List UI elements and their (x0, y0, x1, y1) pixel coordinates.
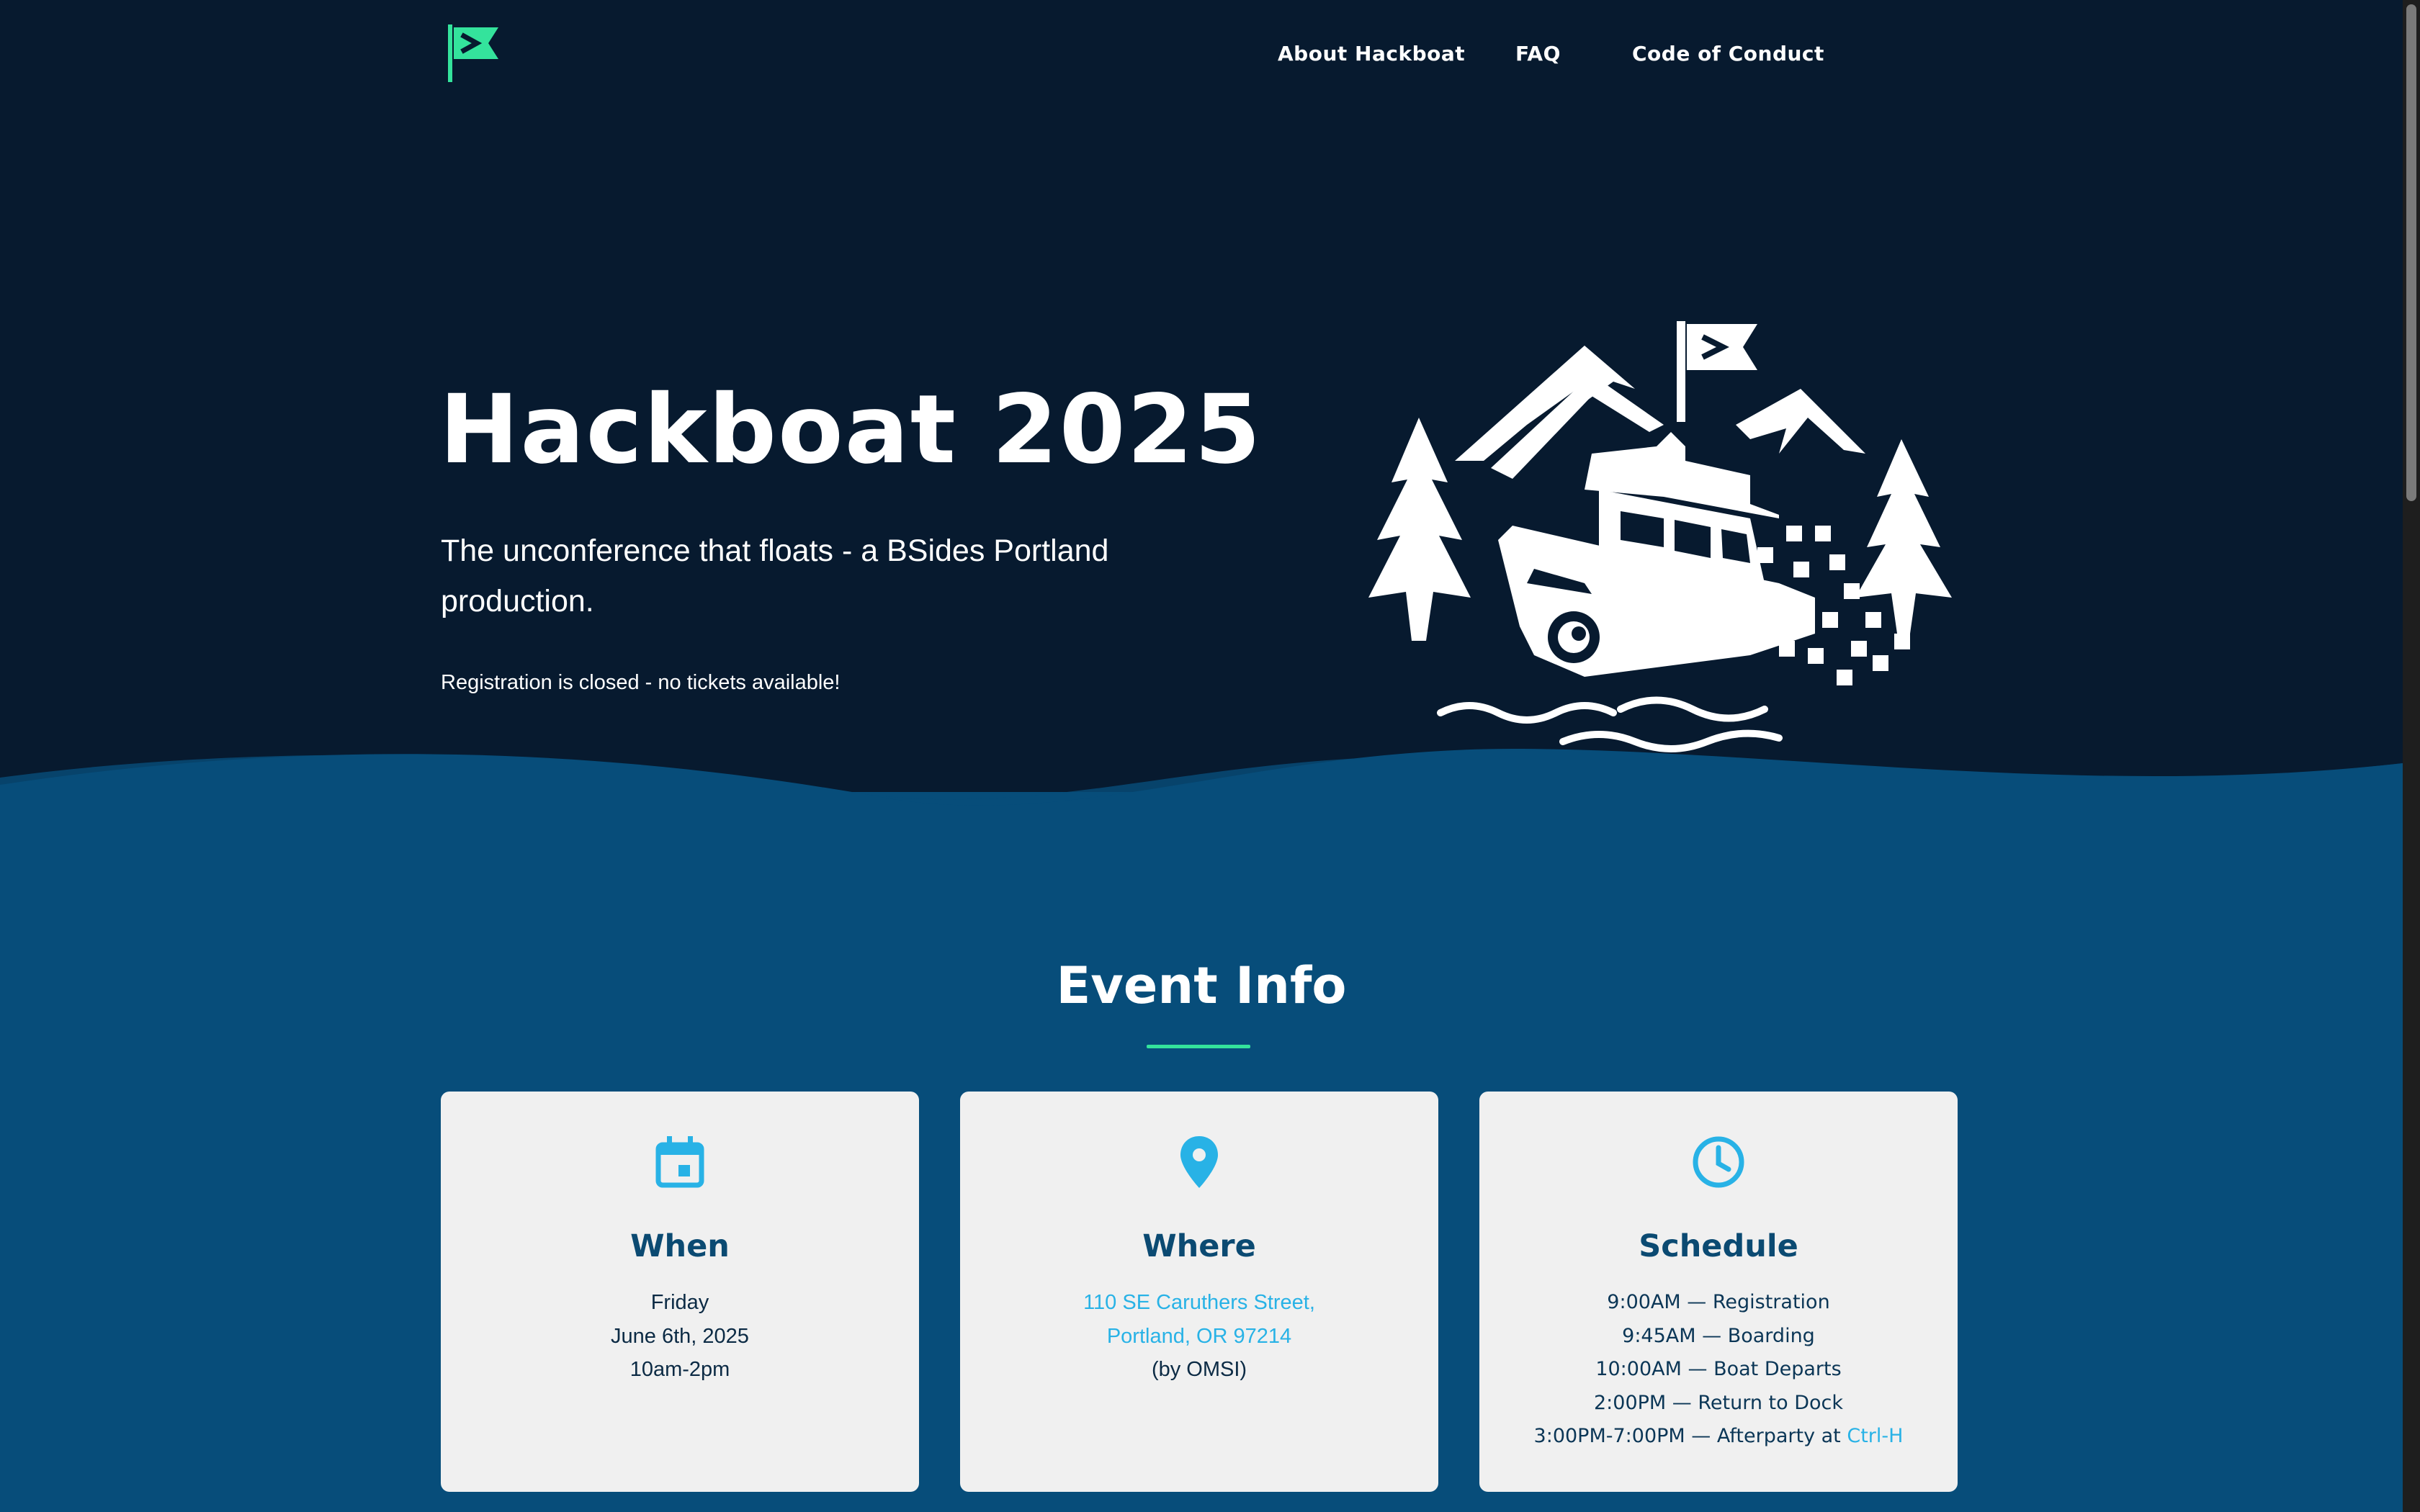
card-heading: Where (1142, 1228, 1256, 1264)
ctrl-h-link[interactable]: Ctrl-H (1847, 1425, 1903, 1447)
flag-logo-icon[interactable] (447, 23, 504, 84)
address-link-line2[interactable]: Portland, OR 97214 (960, 1320, 1438, 1354)
location-pin-icon (1180, 1136, 1218, 1188)
address-link-line1[interactable]: 110 SE Caruthers Street, (960, 1286, 1438, 1320)
nav-code-of-conduct[interactable]: Code of Conduct (1632, 42, 1824, 66)
hero-title: Hackboat 2025 (439, 374, 1263, 485)
where-details: 110 SE Caruthers Street, Portland, OR 97… (960, 1286, 1438, 1387)
nav-about-hackboat[interactable]: About Hackboat (1278, 42, 1465, 66)
event-info-title: Event Info (1056, 956, 1347, 1015)
card-where: Where 110 SE Caruthers Street, Portland,… (960, 1092, 1438, 1492)
schedule-list: 9:00AM — Registration 9:45AM — Boarding … (1479, 1286, 1958, 1454)
calendar-icon (655, 1136, 704, 1188)
where-note: (by OMSI) (1151, 1358, 1247, 1381)
nav-faq[interactable]: FAQ (1515, 42, 1561, 66)
page: About Hackboat FAQ Code of Conduct Hackb… (0, 0, 2420, 1512)
schedule-item: 3:00PM-7:00PM — Afterparty at Ctrl-H (1479, 1420, 1958, 1454)
clock-icon (1693, 1136, 1744, 1188)
afterparty-text: 3:00PM-7:00PM — Afterparty at (1533, 1425, 1847, 1447)
title-underline (1147, 1045, 1250, 1048)
when-time: 10am-2pm (629, 1358, 730, 1381)
site-header: About Hackboat FAQ Code of Conduct (0, 0, 2403, 115)
card-heading: When (630, 1228, 730, 1264)
wave-divider (0, 749, 2403, 835)
registration-status: Registration is closed - no tickets avai… (441, 671, 841, 694)
schedule-item: 2:00PM — Return to Dock (1593, 1391, 1844, 1414)
card-schedule: Schedule 9:00AM — Registration 9:45AM — … (1479, 1092, 1958, 1492)
hero-subtitle: The unconference that floats - a BSides … (441, 534, 1109, 618)
when-date: June 6th, 2025 (611, 1324, 749, 1348)
card-heading: Schedule (1639, 1228, 1798, 1264)
when-details: Friday June 6th, 2025 10am-2pm (441, 1286, 919, 1387)
scrollbar-thumb[interactable] (2406, 4, 2416, 501)
scrollbar[interactable] (2403, 0, 2420, 1512)
when-day: Friday (650, 1291, 709, 1314)
schedule-item: 10:00AM — Boat Departs (1595, 1358, 1842, 1380)
card-when: When Friday June 6th, 2025 10am-2pm (441, 1092, 919, 1492)
schedule-item: 9:45AM — Boarding (1622, 1324, 1815, 1347)
schedule-item: 9:00AM — Registration (1607, 1291, 1830, 1313)
boat-mountains-trees-illustration (1368, 321, 1952, 752)
